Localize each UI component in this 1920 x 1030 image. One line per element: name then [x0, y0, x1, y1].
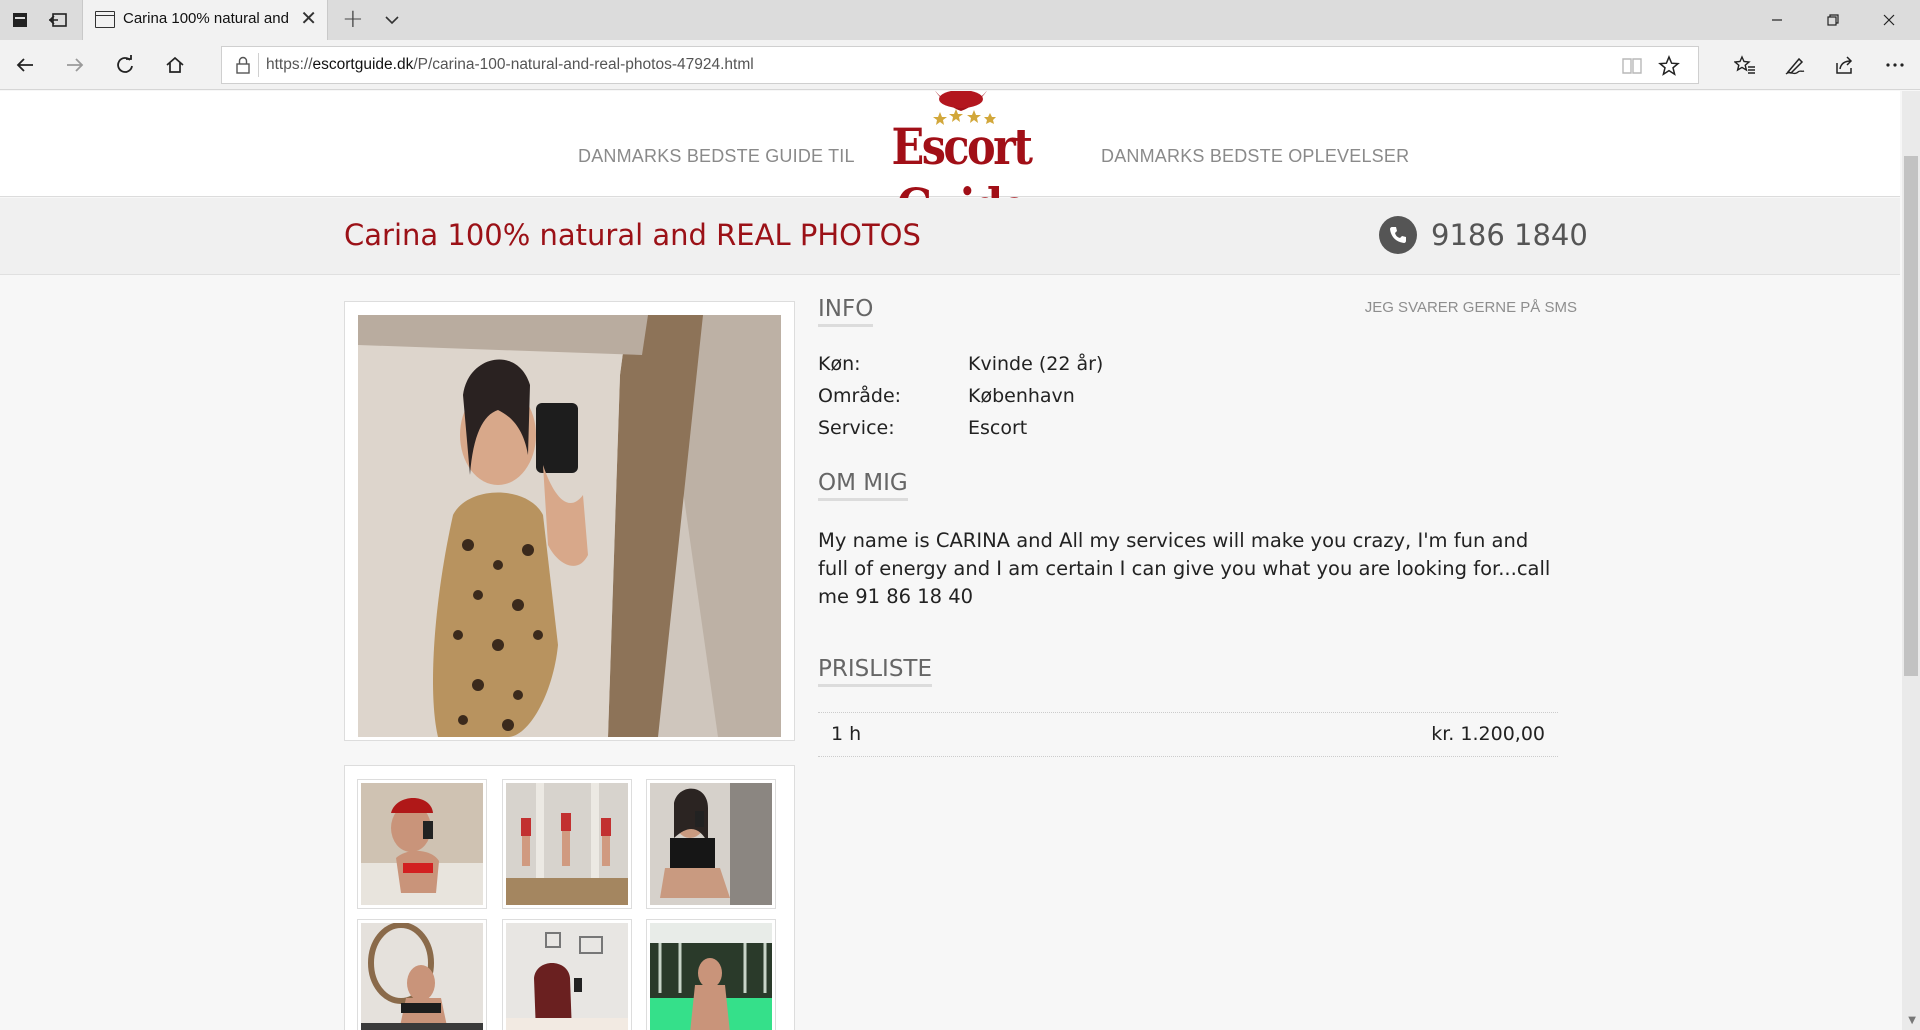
restore-icon[interactable] — [1810, 0, 1856, 40]
close-window-icon[interactable] — [1866, 0, 1912, 40]
gallery-thumbnail[interactable] — [646, 919, 776, 1030]
gallery-thumbnail[interactable] — [502, 779, 632, 909]
minimize-icon[interactable] — [1754, 0, 1800, 40]
more-options-icon[interactable] — [1880, 50, 1910, 80]
price-duration: 1 h — [831, 723, 862, 745]
info-heading: INFO — [818, 296, 874, 327]
photo-gallery — [344, 765, 795, 1030]
tab-actions-icon[interactable] — [10, 10, 30, 30]
phone-icon[interactable] — [1379, 216, 1417, 254]
address-bar[interactable]: https://escortguide.dk/P/carina-100-natu… — [221, 46, 1699, 84]
pen-notes-icon[interactable] — [1780, 50, 1810, 80]
sms-note: JEG SVARER GERNE PÅ SMS — [1364, 299, 1577, 316]
main-photo-frame — [344, 301, 795, 741]
new-tab-icon[interactable]: + — [342, 6, 364, 32]
scroll-down-icon[interactable]: ▼ — [1908, 1015, 1916, 1026]
url-text[interactable]: https://escortguide.dk/P/carina-100-natu… — [266, 56, 754, 74]
set-tabs-aside-icon[interactable] — [48, 10, 68, 30]
forward-icon[interactable] — [60, 50, 90, 80]
profile-title: Carina 100% natural and REAL PHOTOS — [344, 218, 921, 252]
info-value: Kvinde (22 år) — [968, 353, 1104, 375]
about-heading: OM MIG — [818, 470, 908, 501]
lock-icon[interactable] — [236, 56, 250, 74]
phone-number[interactable]: 9186 1840 — [1431, 218, 1588, 252]
refresh-icon[interactable] — [110, 50, 140, 80]
tagline-right: DANMARKS BEDSTE OPLEVELSER — [1101, 146, 1410, 166]
reading-view-icon[interactable] — [1621, 55, 1643, 77]
home-icon[interactable] — [160, 50, 190, 80]
price-value: kr. 1.200,00 — [1431, 723, 1545, 745]
favorite-star-icon[interactable] — [1658, 55, 1680, 77]
info-label: Service: — [818, 417, 895, 439]
info-value: København — [968, 385, 1075, 407]
info-label: Område: — [818, 385, 902, 407]
info-label: Køn: — [818, 353, 861, 375]
pricelist-heading: PRISLISTE — [818, 656, 933, 687]
price-row: 1 h kr. 1.200,00 — [818, 712, 1558, 757]
share-icon[interactable] — [1830, 50, 1860, 80]
chevron-down-icon[interactable] — [382, 10, 402, 30]
site-header: DANMARKS BEDSTE GUIDE TIL Escort Guide D… — [0, 91, 1900, 236]
about-text: My name is CARINA and All my services wi… — [818, 529, 1551, 608]
tab-active[interactable]: Carina 100% natural and REAL PHOTOS ✕ — [82, 0, 328, 40]
escort-guide-logo[interactable]: Escort Guide — [858, 91, 1064, 236]
gallery-thumbnail[interactable] — [646, 779, 776, 909]
page-icon — [95, 11, 115, 28]
web-page: DANMARKS BEDSTE GUIDE TIL Escort Guide D… — [0, 91, 1920, 1030]
tagline-left: DANMARKS BEDSTE GUIDE TIL — [578, 146, 855, 166]
page-scrollbar[interactable]: ▼ — [1902, 91, 1920, 1030]
gallery-thumbnail[interactable] — [357, 779, 487, 909]
browser-tab-bar: Carina 100% natural and REAL PHOTOS ✕ + — [0, 0, 1920, 40]
main-profile-photo[interactable] — [358, 315, 781, 737]
scrollbar-thumb[interactable] — [1904, 156, 1918, 676]
tab-title: Carina 100% natural and REAL PHOTOS — [123, 10, 293, 27]
address-divider — [258, 53, 259, 77]
favorites-hub-icon[interactable] — [1730, 50, 1760, 80]
gallery-thumbnail[interactable] — [502, 919, 632, 1030]
info-value: Escort — [968, 417, 1028, 439]
gallery-thumbnail[interactable] — [357, 919, 487, 1030]
close-tab-icon[interactable]: ✕ — [300, 8, 317, 28]
profile-title-bar: Carina 100% natural and REAL PHOTOS 9186… — [0, 198, 1900, 275]
browser-toolbar: https://escortguide.dk/P/carina-100-natu… — [0, 40, 1920, 90]
back-icon[interactable] — [10, 50, 40, 80]
